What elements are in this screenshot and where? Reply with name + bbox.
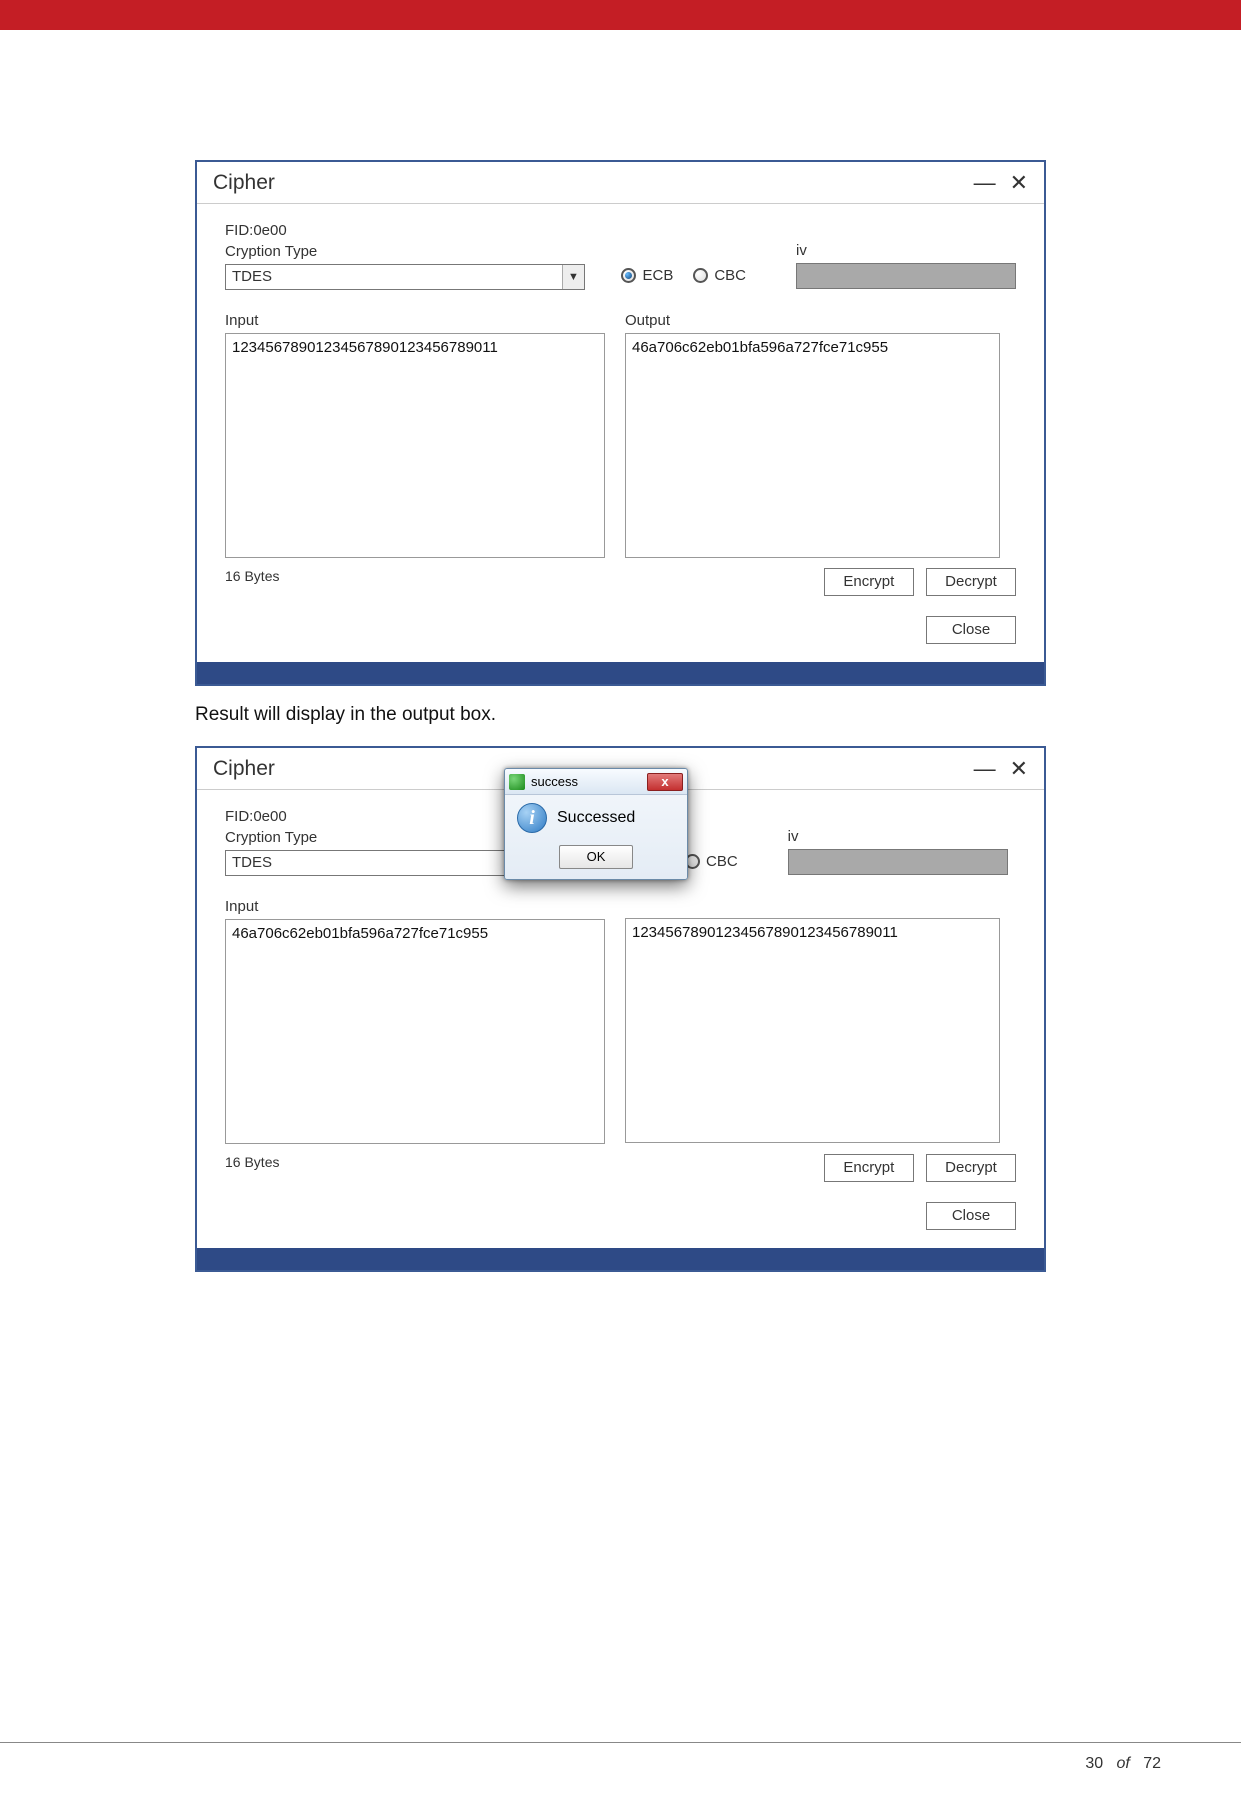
fid-label: FID:0e00 xyxy=(225,222,621,239)
cipher-window-2: Cipher — ✕ FID:0e00 Cryption Type TDES xyxy=(195,746,1046,1272)
dialog-ok-button[interactable]: OK xyxy=(559,845,633,869)
input-textarea[interactable]: 12345678901234567890123456789011 xyxy=(225,333,605,558)
dialog-message: Successed xyxy=(557,809,635,827)
result-caption: Result will display in the output box. xyxy=(195,704,1046,726)
cipher-window-1: Cipher — ✕ FID:0e00 Cryption Type TDES ▼ xyxy=(195,160,1046,686)
decrypt-button[interactable]: Decrypt xyxy=(926,1154,1016,1182)
input-label: Input xyxy=(225,312,625,329)
iv-input[interactable] xyxy=(788,849,1008,875)
page-footer: 30 of 72 xyxy=(0,1743,1241,1813)
radio-unchecked-icon xyxy=(693,268,708,283)
cryption-type-select[interactable]: TDES xyxy=(225,264,585,290)
page-of: of xyxy=(1117,1755,1130,1772)
radio-ecb-label: ECB xyxy=(642,267,673,284)
cryption-type-select[interactable]: TDES xyxy=(225,850,525,876)
info-icon: i xyxy=(517,803,547,833)
radio-checked-icon xyxy=(621,268,636,283)
decrypt-button[interactable]: Decrypt xyxy=(926,568,1016,596)
dialog-titlebar: success x xyxy=(505,769,687,795)
iv-label: iv xyxy=(788,828,1008,845)
radio-cbc[interactable]: CBC xyxy=(693,267,746,284)
close-button[interactable]: Close xyxy=(926,616,1016,644)
minimize-icon[interactable]: — xyxy=(974,170,996,196)
window-titlebar: Cipher — ✕ xyxy=(197,162,1044,204)
dialog-app-icon xyxy=(509,774,525,790)
minimize-icon[interactable]: — xyxy=(974,756,996,782)
radio-cbc-label: CBC xyxy=(706,853,738,870)
dropdown-arrow-icon[interactable]: ▼ xyxy=(562,265,584,289)
close-icon[interactable]: ✕ xyxy=(1010,170,1028,196)
encrypt-button[interactable]: Encrypt xyxy=(824,568,914,596)
close-icon[interactable]: ✕ xyxy=(1010,756,1028,782)
radio-cbc-label: CBC xyxy=(714,267,746,284)
success-dialog: success x i Successed OK xyxy=(504,768,688,880)
dialog-title: success xyxy=(531,774,578,789)
iv-input[interactable] xyxy=(796,263,1016,289)
window-title: Cipher xyxy=(213,171,275,195)
close-button[interactable]: Close xyxy=(926,1202,1016,1230)
radio-ecb[interactable]: ECB xyxy=(621,267,673,284)
bytes-label: 16 Bytes xyxy=(225,568,279,584)
input-label: Input xyxy=(225,898,625,915)
window-title: Cipher xyxy=(213,757,275,781)
encrypt-button[interactable]: Encrypt xyxy=(824,1154,914,1182)
input-textarea[interactable]: 46a706c62eb01bfa596a727fce71c955 xyxy=(225,919,605,1144)
cryption-type-label: Cryption Type xyxy=(225,243,621,260)
output-label: Output xyxy=(625,312,1016,329)
radio-cbc[interactable]: CBC xyxy=(685,853,738,870)
page-number: 30 xyxy=(1085,1755,1103,1772)
dialog-close-button[interactable]: x xyxy=(647,773,683,791)
iv-label: iv xyxy=(796,242,1016,259)
window-footer-bar xyxy=(197,662,1044,684)
bytes-label: 16 Bytes xyxy=(225,1154,279,1170)
output-textarea[interactable]: 46a706c62eb01bfa596a727fce71c955 xyxy=(625,333,1000,558)
header-red-bar xyxy=(0,0,1241,30)
window-footer-bar xyxy=(197,1248,1044,1270)
output-textarea[interactable]: 12345678901234567890123456789011 xyxy=(625,918,1000,1143)
page-total: 72 xyxy=(1143,1755,1161,1772)
